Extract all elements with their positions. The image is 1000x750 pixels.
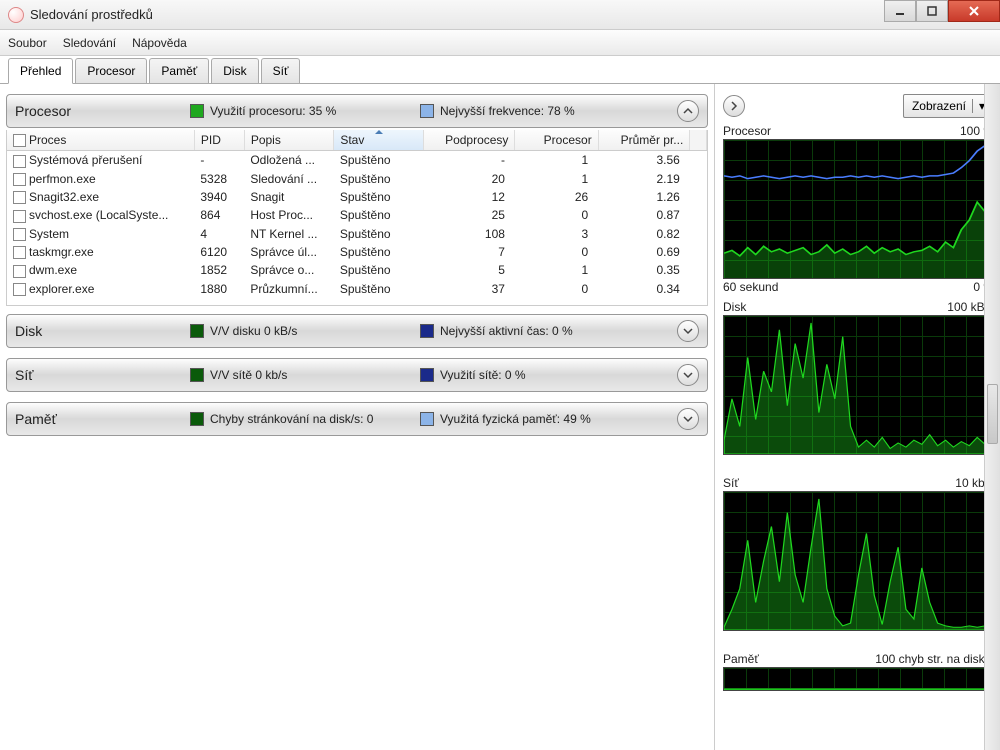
- section-title-cpu: Procesor: [15, 103, 190, 119]
- maximize-button[interactable]: [916, 0, 948, 22]
- section-title-mem: Paměť: [15, 411, 190, 427]
- net-usage-icon: [420, 368, 434, 382]
- cpu-usage-label: Využití procesoru: 35 %: [210, 104, 336, 118]
- table-row[interactable]: Snagit32.exe3940SnagitSpuštěno12261.26: [7, 188, 707, 206]
- row-checkbox[interactable]: [13, 173, 26, 186]
- section-header-net[interactable]: Síť V/V sítě 0 kb/s Využití sítě: 0 %: [6, 358, 708, 392]
- section-header-mem[interactable]: Paměť Chyby stránkování na disk/s: 0 Vyu…: [6, 402, 708, 436]
- cpu-freq-label: Nejvyšší frekvence: 78 %: [440, 104, 575, 118]
- mem-faults-label: Chyby stránkování na disk/s: 0: [210, 412, 373, 426]
- window-title: Sledování prostředků: [30, 7, 153, 22]
- table-row[interactable]: perfmon.exe5328Sledování ...Spuštěno2012…: [7, 170, 707, 188]
- table-row[interactable]: dwm.exe1852Správce o...Spuštěno510.35: [7, 261, 707, 279]
- disk-active-icon: [420, 324, 434, 338]
- right-pane: Zobrazení ▾ Procesor100 %60 sekund0 %Dis…: [715, 84, 1000, 750]
- view-label: Zobrazení: [912, 99, 966, 113]
- row-checkbox[interactable]: [13, 283, 26, 296]
- menubar: Soubor Sledování Nápověda: [0, 30, 1000, 56]
- menu-sledovani[interactable]: Sledování: [63, 36, 116, 50]
- disk-io-icon: [190, 324, 204, 338]
- view-dropdown[interactable]: Zobrazení ▾: [903, 94, 994, 118]
- expand-disk-button[interactable]: [677, 320, 699, 342]
- collapse-cpu-button[interactable]: [677, 100, 699, 122]
- col-procesor[interactable]: Procesor: [515, 130, 598, 151]
- mini-chart-paměť: Paměť 100 chyb str. na disk/s: [723, 652, 994, 691]
- col-podprocesy[interactable]: Podprocesy: [423, 130, 515, 151]
- tab-prehled[interactable]: Přehled: [8, 58, 73, 84]
- minimize-button[interactable]: [884, 0, 916, 22]
- mini-chart-title: Disk: [723, 300, 746, 314]
- mini-chart-síť: Síť10 kb/s0: [723, 476, 994, 646]
- cpu-freq-icon: [420, 104, 434, 118]
- checkbox-all[interactable]: [13, 134, 26, 147]
- mini-chart-title: Síť: [723, 476, 739, 490]
- section-title-net: Síť: [15, 367, 190, 383]
- disk-io-label: V/V disku 0 kB/s: [210, 324, 297, 338]
- close-button[interactable]: [948, 0, 1000, 22]
- mini-chart-title: Paměť: [723, 652, 759, 666]
- mem-used-label: Využitá fyzická paměť: 49 %: [440, 412, 591, 426]
- table-row[interactable]: svchost.exe (LocalSyste...864Host Proc..…: [7, 206, 707, 224]
- row-checkbox[interactable]: [13, 155, 26, 168]
- chevron-down-icon: [683, 414, 693, 424]
- mem-used-icon: [420, 412, 434, 426]
- table-row[interactable]: explorer.exe1880Průzkumní...Spuštěno3700…: [7, 280, 707, 298]
- expand-net-button[interactable]: [677, 364, 699, 386]
- section-header-disk[interactable]: Disk V/V disku 0 kB/s Nejvyšší aktivní č…: [6, 314, 708, 348]
- mini-chart-max: 100 chyb str. na disk/s: [875, 652, 994, 666]
- table-row[interactable]: System4NT Kernel ...Spuštěno10830.82: [7, 225, 707, 243]
- chevron-down-icon: [683, 370, 693, 380]
- right-scrollbar[interactable]: [984, 84, 1000, 750]
- app-icon: [8, 7, 24, 23]
- table-row[interactable]: taskmgr.exe6120Správce úl...Spuštěno700.…: [7, 243, 707, 261]
- section-title-disk: Disk: [15, 323, 190, 339]
- col-prumer[interactable]: Průměr pr...: [598, 130, 690, 151]
- col-pid[interactable]: PID: [194, 130, 244, 151]
- mini-chart-disk: Disk100 kB/s0: [723, 300, 994, 470]
- col-stav[interactable]: Stav: [334, 130, 424, 151]
- tab-sit[interactable]: Síť: [261, 58, 301, 83]
- tab-bar: Přehled Procesor Paměť Disk Síť: [0, 56, 1000, 84]
- left-pane: Procesor Využití procesoru: 35 % Nejvyšš…: [0, 84, 715, 750]
- mini-chart-foot-left: 60 sekund: [723, 280, 778, 294]
- row-checkbox[interactable]: [13, 191, 26, 204]
- chevron-right-icon: [729, 101, 739, 111]
- disk-active-label: Nejvyšší aktivní čas: 0 %: [440, 324, 573, 338]
- cpu-usage-icon: [190, 104, 204, 118]
- col-popis[interactable]: Popis: [244, 130, 334, 151]
- process-table[interactable]: Proces PID Popis Stav Podprocesy Proceso…: [6, 130, 708, 306]
- tab-disk[interactable]: Disk: [211, 58, 258, 83]
- row-checkbox[interactable]: [13, 228, 26, 241]
- row-checkbox[interactable]: [13, 265, 26, 278]
- mini-chart-title: Procesor: [723, 124, 771, 138]
- tab-procesor[interactable]: Procesor: [75, 58, 147, 83]
- tab-pamet[interactable]: Paměť: [149, 58, 209, 83]
- mem-faults-icon: [190, 412, 204, 426]
- sort-indicator-icon: [375, 130, 383, 134]
- scroll-header: [690, 130, 707, 151]
- mini-chart-procesor: Procesor100 %60 sekund0 %: [723, 124, 994, 294]
- menu-soubor[interactable]: Soubor: [8, 36, 47, 50]
- net-usage-label: Využití sítě: 0 %: [440, 368, 526, 382]
- nav-forward-button[interactable]: [723, 95, 745, 117]
- chevron-up-icon: [683, 106, 693, 116]
- row-checkbox[interactable]: [13, 210, 26, 223]
- section-header-cpu[interactable]: Procesor Využití procesoru: 35 % Nejvyšš…: [6, 94, 708, 128]
- scrollbar-thumb[interactable]: [987, 384, 998, 444]
- titlebar: Sledování prostředků: [0, 0, 1000, 30]
- row-checkbox[interactable]: [13, 246, 26, 259]
- table-row[interactable]: Systémová přerušení-Odložená ...Spuštěno…: [7, 151, 707, 170]
- menu-napoveda[interactable]: Nápověda: [132, 36, 187, 50]
- net-io-label: V/V sítě 0 kb/s: [210, 368, 287, 382]
- chevron-down-icon: [683, 326, 693, 336]
- expand-mem-button[interactable]: [677, 408, 699, 430]
- col-proces[interactable]: Proces: [7, 130, 194, 151]
- net-io-icon: [190, 368, 204, 382]
